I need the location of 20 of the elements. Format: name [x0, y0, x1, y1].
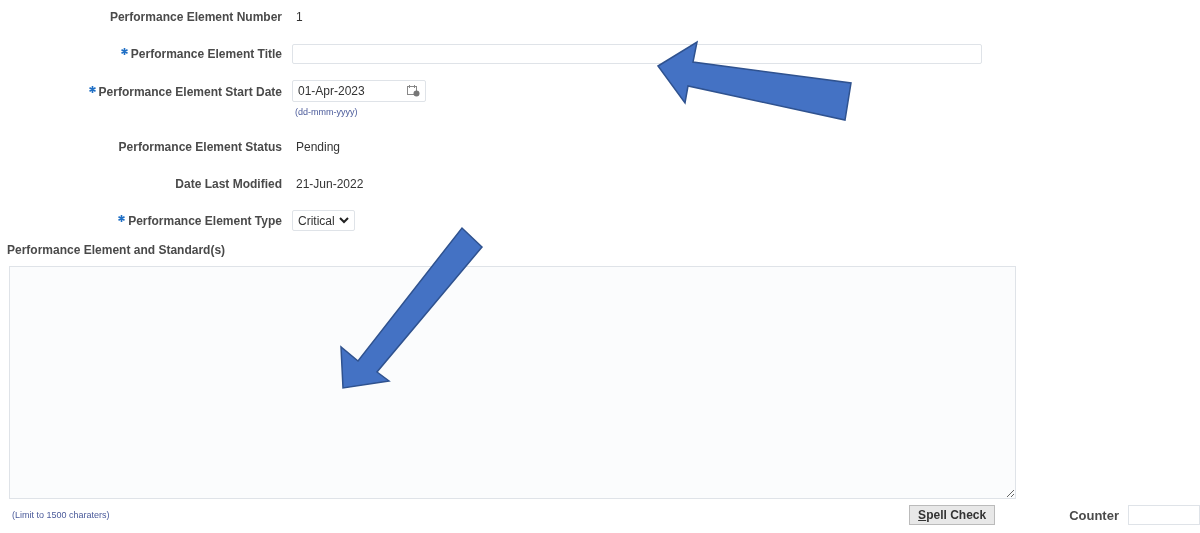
field-value: 21-Jun-2022: [296, 176, 364, 191]
field-label: Date Last Modified: [175, 177, 282, 191]
chevron-icon: [338, 217, 349, 224]
field-label: Performance Element Status: [118, 140, 282, 154]
section-label: Performance Element and Standard(s): [6, 243, 227, 257]
field-label: Performance Element Title: [130, 47, 282, 61]
format-hint: (dd-mmm-yyyy): [294, 107, 359, 117]
input-field[interactable]: [292, 44, 982, 64]
calendar-icon[interactable]: [407, 85, 420, 97]
field-label: Performance Element Number: [109, 10, 282, 24]
limit-note: (Limit to 1500 charaters): [12, 510, 110, 520]
counter-label: Counter: [1069, 507, 1119, 523]
field-label: Performance Element Start Date: [98, 85, 282, 99]
counter-field[interactable]: [1128, 505, 1200, 525]
spell-check-button[interactable]: Spell Check: [909, 505, 996, 525]
type-dropdown[interactable]: Critical: [292, 210, 355, 231]
date-field[interactable]: 01-Apr-2023: [292, 80, 426, 102]
field-value: 1: [296, 9, 303, 24]
field-value: Pending: [296, 139, 341, 154]
field-label: Performance Element Type: [128, 214, 282, 228]
